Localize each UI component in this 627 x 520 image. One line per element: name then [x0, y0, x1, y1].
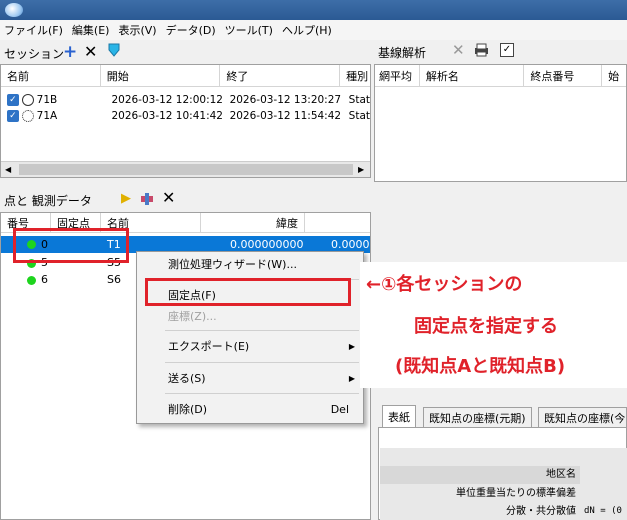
report-table: 地区名 単位重量当たりの標準偏差 分散・共分散値 dN = (0	[380, 448, 627, 520]
check-icon[interactable]: ✓	[500, 43, 514, 57]
horizontal-scrollbar[interactable]: ◀ ▶	[1, 161, 370, 177]
delete-icon[interactable]: ✕	[162, 188, 175, 207]
highlight-box	[13, 228, 129, 263]
menu-item-label: 削除(D)	[168, 403, 208, 416]
session-type: Stat	[348, 110, 370, 122]
menu-separator	[165, 362, 359, 363]
session-end: 2026-03-12 11:54:42	[229, 110, 342, 122]
checkbox[interactable]: ✓	[7, 94, 19, 106]
col-name[interactable]: 名前	[1, 65, 101, 86]
col-end-number[interactable]: 終点番号	[524, 65, 603, 86]
annotation-line: ←①各セッションの	[366, 274, 523, 295]
menu-help[interactable]: ヘルプ(H)	[282, 22, 332, 38]
menu-item-label: 座標(Z)...	[168, 310, 217, 323]
baseline-pane: 網平均 解析名 終点番号 始	[374, 64, 627, 182]
menu-data[interactable]: データ(D)	[166, 22, 216, 38]
tab-cover[interactable]: 表紙	[382, 405, 416, 427]
session-start: 2026-03-12 10:41:42	[111, 110, 223, 122]
printer-icon[interactable]	[474, 43, 489, 57]
menu-separator	[165, 330, 359, 331]
delete-icon-disabled: ✕	[452, 41, 465, 59]
session-header: 名前 開始 終了 種別	[1, 65, 370, 87]
session-name: 71A	[36, 110, 58, 122]
report-label: 地区名	[380, 466, 580, 484]
session-start: 2026-03-12 12:00:12	[111, 94, 223, 106]
menu-view[interactable]: 表示(V)	[118, 22, 156, 38]
point-number: 6	[41, 273, 48, 286]
points-title: 点と 観測データ	[4, 194, 92, 208]
menu-item-label: 測位処理ウィザード(W)...	[168, 258, 297, 271]
point-latitude: 0.000000000	[230, 238, 304, 251]
point-latitude-2: 0.0000	[331, 238, 370, 251]
play-icon[interactable]: ▶	[121, 191, 131, 206]
baseline-title: 基線解析	[378, 46, 427, 60]
menu-item-label: 送る(S)	[168, 372, 206, 385]
menu-item-send[interactable]: 送る(S) ▶	[137, 367, 363, 389]
col-start[interactable]: 開始	[101, 65, 221, 86]
clock-icon	[21, 94, 34, 106]
tab-known-coords-epoch[interactable]: 既知点の座標(元期)	[423, 407, 532, 427]
report-label: 単位重量当たりの標準偏差	[456, 488, 576, 499]
satellite-icon[interactable]	[140, 192, 154, 206]
col-network-average[interactable]: 網平均	[375, 65, 420, 86]
col-analysis-name[interactable]: 解析名	[420, 65, 525, 86]
menu-item-label: エクスポート(E)	[168, 340, 250, 353]
session-end: 2026-03-12 13:20:27	[229, 94, 342, 106]
baseline-header: 網平均 解析名 終点番号 始	[375, 65, 626, 87]
menu-item-coordinates: 座標(Z)...	[137, 305, 363, 327]
menu-item-wizard[interactable]: 測位処理ウィザード(W)...	[137, 253, 363, 275]
menu-tools[interactable]: ツール(T)	[225, 22, 273, 38]
submenu-arrow-icon: ▶	[348, 373, 355, 383]
session-row[interactable]: ✓ 71A 2026-03-12 10:41:42 2026-03-12 11:…	[1, 108, 370, 124]
import-icon[interactable]	[106, 42, 122, 58]
menu-edit[interactable]: 編集(E)	[72, 22, 110, 38]
session-row[interactable]: ✓ 71B 2026-03-12 12:00:12 2026-03-12 13:…	[1, 92, 370, 108]
col-latitude[interactable]: 緯度	[201, 213, 305, 232]
annotation-line: (既知点Aと既知点B)	[395, 356, 566, 377]
menu-item-export[interactable]: エクスポート(E) ▶	[137, 335, 363, 357]
context-menu: 測位処理ウィザード(W)... 固定点(F) 座標(Z)... エクスポート(E…	[136, 251, 364, 424]
globe-icon	[21, 110, 34, 122]
session-type: Stat	[348, 94, 370, 106]
menu-separator	[165, 393, 359, 394]
col-start[interactable]: 始	[602, 65, 626, 86]
scroll-right-icon[interactable]: ▶	[358, 165, 364, 174]
menu-item-shortcut: Del	[330, 402, 349, 416]
menu-bar: ファイル(F) 編集(E) 表示(V) データ(D) ツール(T) ヘルプ(H)	[0, 20, 627, 40]
add-icon[interactable]: +	[63, 42, 77, 62]
session-name: 71B	[36, 94, 58, 106]
checkbox[interactable]: ✓	[7, 110, 19, 122]
report-value: dN = (0	[584, 506, 622, 516]
title-bar	[0, 0, 627, 20]
menu-file[interactable]: ファイル(F)	[4, 22, 63, 38]
app-icon	[5, 3, 23, 17]
col-end[interactable]: 終了	[220, 65, 341, 86]
highlight-box	[145, 278, 351, 306]
session-title: セッション	[4, 47, 65, 61]
annotation-line: 固定点を指定する	[414, 316, 558, 337]
col-type[interactable]: 種別	[340, 65, 370, 86]
report-label: 分散・共分散値	[506, 506, 576, 517]
scroll-thumb[interactable]	[19, 164, 353, 175]
status-dot	[27, 276, 36, 285]
tab-known-coords-current[interactable]: 既知点の座標(今	[538, 407, 627, 427]
delete-icon[interactable]: ✕	[84, 42, 97, 61]
menu-item-delete[interactable]: 削除(D) Del	[137, 398, 363, 420]
point-name: S6	[107, 273, 121, 286]
scroll-left-icon[interactable]: ◀	[5, 165, 11, 174]
submenu-arrow-icon: ▶	[348, 341, 355, 351]
